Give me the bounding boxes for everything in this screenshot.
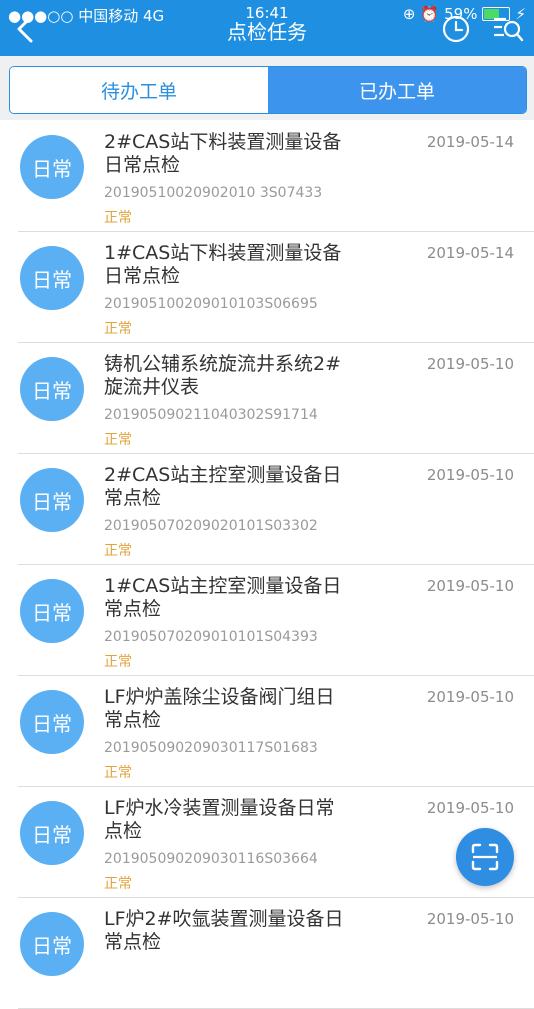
scan-button[interactable]: [456, 828, 514, 886]
task-type-badge: 日常: [20, 690, 84, 754]
tab-group: 待办工单 已办工单: [9, 66, 527, 114]
task-row[interactable]: 日常 2#CAS站下料装置测量设备日常点检 20190510020902010 3S…: [18, 121, 534, 232]
task-status: 正常: [104, 432, 132, 448]
task-list: 日常 2#CAS站下料装置测量设备日常点检 20190510020902010 3S…: [0, 121, 534, 1009]
task-type-badge: 日常: [20, 468, 84, 532]
task-code: 201905090211040302S91714: [104, 407, 318, 423]
tab-bar: 待办工单 已办工单: [0, 56, 534, 120]
task-title: LF炉炉盖除尘设备阀门组日常点检: [104, 686, 335, 731]
task-type-badge: 日常: [20, 801, 84, 865]
task-code: 201905090209030116S03664: [104, 851, 318, 867]
task-status: 正常: [104, 210, 132, 226]
task-type-badge: 日常: [20, 135, 84, 199]
task-type-badge: 日常: [20, 912, 84, 976]
task-title: 2#CAS站主控室测量设备日常点检: [104, 464, 342, 509]
task-date: 2019-05-10: [426, 577, 514, 595]
task-code: 201905090209030117S01683: [104, 740, 318, 756]
search-filter-icon[interactable]: [492, 14, 524, 44]
task-row[interactable]: 日常 LF炉炉盖除尘设备阀门组日常点检 201905090209030117S016…: [18, 676, 534, 787]
task-row[interactable]: 日常 1#CAS站下料装置测量设备日常点检 201905100209010103S0…: [18, 232, 534, 343]
task-code: 201905070209010101S04393: [104, 629, 318, 645]
task-date: 2019-05-10: [426, 355, 514, 373]
task-code: 20190510020902010 3S07433: [104, 185, 323, 201]
task-date: 2019-05-10: [426, 799, 514, 817]
task-title: LF炉水冷装置测量设备日常点检: [104, 797, 335, 842]
task-status: 正常: [104, 876, 132, 892]
task-status: 正常: [104, 321, 132, 337]
task-row[interactable]: 日常 1#CAS站主控室测量设备日常点检 201905070209010101S04…: [18, 565, 534, 676]
task-type-badge: 日常: [20, 246, 84, 310]
task-status: 正常: [104, 765, 132, 781]
task-status: 正常: [104, 654, 132, 670]
app-header: ●●●○○ 中国移动 4G 16:41 ⊕ ⏰ 59% ⚡ 点检任务: [0, 0, 534, 56]
task-row[interactable]: 日常 2#CAS站主控室测量设备日常点检 201905070209020101S03…: [18, 454, 534, 565]
task-title: 1#CAS站下料装置测量设备日常点检: [104, 242, 342, 287]
tab-done[interactable]: 已办工单: [268, 67, 526, 113]
task-title: 2#CAS站下料装置测量设备日常点检: [104, 131, 342, 176]
task-date: 2019-05-10: [426, 466, 514, 484]
scan-icon: [471, 843, 499, 871]
task-row[interactable]: 日常 LF炉2#吹氩装置测量设备日常点检 2019-05-10: [18, 898, 534, 1009]
task-date: 2019-05-14: [426, 133, 514, 151]
history-clock-icon[interactable]: [441, 14, 471, 44]
tab-pending[interactable]: 待办工单: [10, 67, 268, 113]
task-title: 1#CAS站主控室测量设备日常点检: [104, 575, 342, 620]
task-code: 201905100209010103S06695: [104, 296, 318, 312]
task-type-badge: 日常: [20, 579, 84, 643]
task-status: 正常: [104, 543, 132, 559]
task-date: 2019-05-10: [426, 910, 514, 928]
task-row[interactable]: 日常 铸机公辅系统旋流井系统2#旋流井仪表 201905090211040302S9…: [18, 343, 534, 454]
task-title: LF炉2#吹氩装置测量设备日常点检: [104, 908, 344, 953]
task-date: 2019-05-14: [426, 244, 514, 262]
task-date: 2019-05-10: [426, 688, 514, 706]
task-type-badge: 日常: [20, 357, 84, 421]
task-title: 铸机公辅系统旋流井系统2#旋流井仪表: [104, 353, 342, 398]
task-code: 201905070209020101S03302: [104, 518, 318, 534]
